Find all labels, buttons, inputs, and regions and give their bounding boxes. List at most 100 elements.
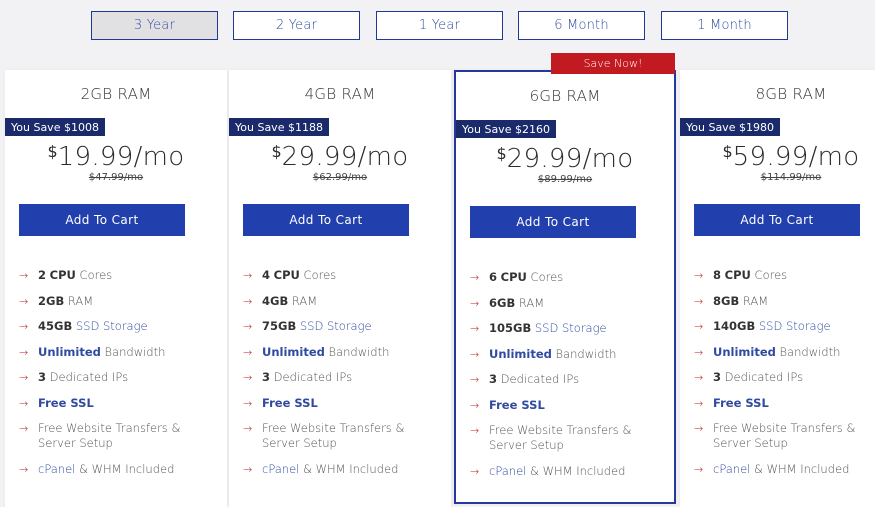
ips-label: Dedicated IPs: [273, 370, 353, 384]
tab-1-year[interactable]: 1 Year: [376, 11, 503, 40]
plan-price: $29.99/mo: [229, 142, 451, 172]
feature-ssl: → Free SSL: [243, 396, 443, 411]
ips-label: Dedicated IPs: [49, 370, 129, 384]
currency-symbol: $: [271, 142, 282, 161]
storage-amount: 45GB: [38, 319, 73, 333]
tab-2-year[interactable]: 2 Year: [233, 11, 360, 40]
feature-cpanel: → cPanel & WHM Included: [470, 464, 670, 479]
feature-cpu: → 8 CPU Cores: [694, 268, 875, 283]
cpu-label: CPU: [49, 268, 76, 282]
feature-list: → 6 CPU Cores → 6GB RAM → 105GB SSD Storage…: [470, 270, 670, 489]
arrow-right-icon: →: [19, 345, 29, 359]
feature-ssl: → Free SSL: [694, 396, 875, 411]
savings-badge: You Save $1188: [229, 118, 329, 136]
storage-amount: 105GB: [489, 321, 532, 335]
original-price: $89.99/mo: [537, 174, 593, 185]
ram-label: RAM: [742, 293, 769, 308]
plan-card-2gb: 2GB RAM You Save $1008 $19.99/mo $47.99/…: [5, 70, 227, 507]
storage-amount: 75GB: [262, 319, 297, 333]
transfers-label: Free Website Transfers & Server Setup: [713, 421, 856, 450]
cpu-count: 2: [38, 268, 47, 282]
feature-cpanel: → cPanel & WHM Included: [243, 462, 443, 477]
bandwidth-label: Bandwidth: [328, 344, 390, 359]
tab-3-year[interactable]: 3 Year: [91, 11, 218, 40]
cpanel-link[interactable]: cPanel: [489, 464, 526, 478]
arrow-right-icon: →: [243, 396, 253, 410]
ip-count: 3: [713, 370, 722, 384]
feature-cpu: → 2 CPU Cores: [19, 268, 219, 283]
ssd-storage-link[interactable]: SSD Storage: [759, 319, 831, 333]
ram-label: RAM: [291, 293, 318, 308]
add-to-cart-button[interactable]: Add To Cart: [19, 204, 185, 236]
feature-cpanel: → cPanel & WHM Included: [694, 462, 875, 477]
ip-count: 3: [38, 370, 47, 384]
bandwidth-label: Bandwidth: [555, 346, 617, 361]
cpanel-link[interactable]: cPanel: [713, 462, 750, 476]
ram-amount: 4GB: [262, 293, 289, 308]
add-to-cart-button[interactable]: Add To Cart: [243, 204, 409, 236]
arrow-right-icon: →: [19, 269, 29, 282]
feature-list: → 2 CPU Cores → 2GB RAM → 45GB SSD Storage …: [19, 268, 219, 487]
plan-name: 8GB RAM: [755, 85, 827, 103]
transfers-label: Free Website Transfers & Server Setup: [489, 423, 632, 452]
arrow-right-icon: →: [470, 398, 480, 412]
savings-badge: You Save $1008: [5, 118, 105, 136]
ssd-storage-link[interactable]: SSD Storage: [300, 319, 372, 333]
tab-1-month[interactable]: 1 Month: [661, 11, 788, 40]
feature-storage: → 75GB SSD Storage: [243, 319, 443, 334]
price-amount: 29.99/mo: [506, 144, 634, 174]
price-amount: 29.99/mo: [281, 142, 409, 172]
arrow-right-icon: →: [694, 462, 704, 476]
ssd-storage-link[interactable]: SSD Storage: [535, 321, 607, 335]
arrow-right-icon: →: [19, 462, 29, 476]
arrow-right-icon: →: [470, 296, 480, 310]
feature-list: → 4 CPU Cores → 4GB RAM → 75GB SSD Storage …: [243, 268, 443, 487]
ram-amount: 6GB: [489, 295, 516, 310]
add-to-cart-button[interactable]: Add To Cart: [694, 204, 860, 236]
ssd-storage-link[interactable]: SSD Storage: [76, 319, 148, 333]
price-amount: 59.99/mo: [732, 142, 860, 172]
arrow-right-icon: →: [19, 396, 29, 410]
feature-ssl: → Free SSL: [19, 396, 219, 411]
arrow-right-icon: →: [694, 345, 704, 359]
cpu-count: 4: [262, 268, 271, 282]
feature-cpu: → 6 CPU Cores: [470, 270, 670, 285]
arrow-right-icon: →: [694, 396, 704, 410]
feature-cpu: → 4 CPU Cores: [243, 268, 443, 283]
arrow-right-icon: →: [470, 347, 480, 361]
cpanel-link[interactable]: cPanel: [262, 462, 299, 476]
add-to-cart-button[interactable]: Add To Cart: [470, 206, 636, 238]
bandwidth-label: Bandwidth: [779, 344, 841, 359]
currency-symbol: $: [47, 142, 58, 161]
cores-label: Cores: [79, 268, 113, 282]
feature-ram: → 8GB RAM: [694, 294, 875, 309]
feature-ips: → 3 Dedicated IPs: [243, 370, 443, 385]
arrow-right-icon: →: [470, 322, 480, 335]
ip-count: 3: [262, 370, 271, 384]
feature-ram: → 6GB RAM: [470, 296, 670, 311]
arrow-right-icon: →: [243, 422, 253, 435]
arrow-right-icon: →: [470, 271, 480, 284]
ram-amount: 2GB: [38, 293, 65, 308]
arrow-right-icon: →: [694, 269, 704, 282]
price-amount: 19.99/mo: [57, 142, 185, 172]
save-now-ribbon: Save Now!: [551, 53, 675, 74]
feature-bandwidth: → Unlimited Bandwidth: [243, 345, 443, 360]
plan-name: 2GB RAM: [80, 85, 152, 103]
cpu-label: CPU: [500, 270, 527, 284]
cpanel-link[interactable]: cPanel: [38, 462, 75, 476]
billing-period-tabs: 3 Year 2 Year 1 Year 6 Month 1 Month: [0, 11, 875, 41]
transfers-label: Free Website Transfers & Server Setup: [38, 421, 181, 450]
feature-storage: → 140GB SSD Storage: [694, 319, 875, 334]
arrow-right-icon: →: [19, 320, 29, 333]
feature-bandwidth: → Unlimited Bandwidth: [470, 347, 670, 362]
whm-label: & WHM Included: [530, 463, 626, 478]
cpu-label: CPU: [724, 268, 751, 282]
ips-label: Dedicated IPs: [724, 370, 804, 384]
free-ssl-label: Free SSL: [489, 397, 545, 412]
cpu-count: 6: [489, 270, 498, 284]
plan-card-4gb: 4GB RAM You Save $1188 $29.99/mo $62.99/…: [229, 70, 451, 507]
original-price: $114.99/mo: [760, 172, 822, 183]
tab-6-month[interactable]: 6 Month: [518, 11, 645, 40]
feature-list: → 8 CPU Cores → 8GB RAM → 140GB SSD Storage…: [694, 268, 875, 487]
